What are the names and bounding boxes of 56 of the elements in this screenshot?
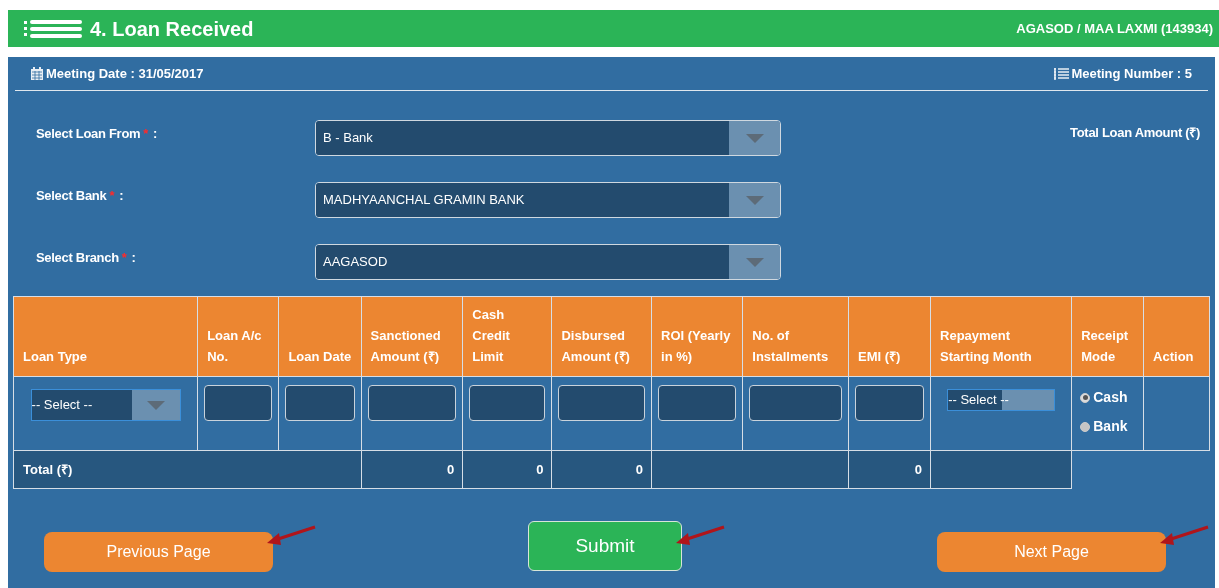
table-input-field[interactable] [367, 385, 457, 421]
table-input-field[interactable] [285, 385, 355, 421]
receipt-mode-radio[interactable]: Cash [1080, 387, 1144, 408]
caret-icon [146, 400, 165, 410]
table-input-field[interactable] [469, 385, 546, 421]
pointer-arrow-drawing [676, 525, 726, 547]
column-header: Loan A/c No. [197, 296, 279, 377]
month-select[interactable]: -- Select -- [947, 389, 1056, 411]
meeting-number: Meeting Number : 5 [1071, 64, 1192, 83]
column-header: Receipt Mode [1071, 296, 1144, 377]
table-input-field[interactable] [658, 385, 737, 421]
required-asterisk: * [121, 249, 127, 267]
total-value: 0 [848, 450, 931, 489]
table-input-field[interactable] [749, 385, 843, 421]
column-header: Cash Credit Limit [462, 296, 552, 377]
total-value: 0 [361, 450, 463, 489]
dropdown-field[interactable]: B - Bank [315, 120, 781, 156]
column-header: Sanctioned Amount (₹) [361, 296, 463, 377]
column-header: Repayment Starting Month [930, 296, 1072, 377]
label-colon: : [153, 125, 158, 143]
column-header: Disbursed Amount (₹) [551, 296, 652, 377]
total-value: 0 [551, 450, 652, 489]
meeting-date: Meeting Date : 31/05/2017 [46, 64, 204, 83]
loan-type-select[interactable]: -- Select -- [30, 389, 181, 421]
receipt-mode-radio[interactable]: Bank [1080, 416, 1144, 437]
label-colon: : [131, 249, 136, 267]
table-input-field[interactable] [558, 385, 646, 421]
field-label: Select Bank [36, 187, 107, 205]
column-header: No. of Installments [742, 296, 849, 377]
caret-icon [745, 257, 764, 267]
caret-icon [745, 195, 764, 205]
total-label: Total (₹) [13, 450, 362, 489]
column-header: Loan Type [13, 296, 198, 377]
column-header: EMI (₹) [848, 296, 931, 377]
label-colon: : [119, 187, 124, 205]
page-title: 4. Loan Received [90, 16, 254, 42]
dropdown-field[interactable]: AAGASOD [315, 244, 781, 280]
table-input-field[interactable] [204, 385, 273, 421]
caret-icon [745, 133, 764, 143]
required-asterisk: * [109, 187, 115, 205]
total-value: 0 [462, 450, 552, 489]
list-icon [1054, 67, 1070, 80]
field-label: Select Branch [36, 249, 119, 267]
pointer-arrow-drawing [267, 525, 317, 547]
total-loan-label: Total Loan Amount (₹) [1070, 124, 1200, 142]
pointer-arrow-drawing [1160, 525, 1210, 547]
column-header: Action [1143, 296, 1210, 377]
dropdown-field[interactable]: MADHYAANCHAL GRAMIN BANK [315, 182, 781, 218]
group-name: AGASOD / MAA LAXMI (143934) [1016, 19, 1213, 38]
column-header: ROI (Yearly in %) [651, 296, 743, 377]
menu-icon[interactable] [24, 19, 82, 38]
table-input-field[interactable] [855, 385, 925, 421]
field-label: Select Loan From [36, 125, 141, 143]
calendar-icon [31, 67, 43, 80]
column-header: Loan Date [278, 296, 362, 377]
required-asterisk: * [143, 125, 149, 143]
